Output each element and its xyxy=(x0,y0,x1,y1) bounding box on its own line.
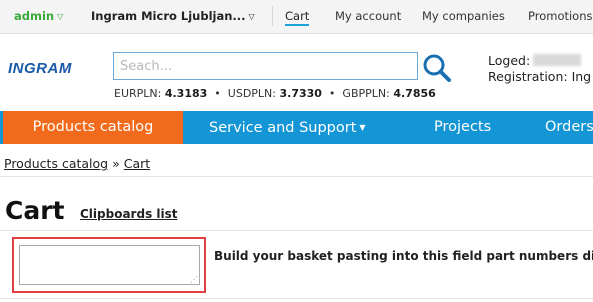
resize-grip-icon[interactable]: ⋰ xyxy=(190,275,198,284)
logo[interactable]: INGRAM xyxy=(8,60,72,77)
clipboards-list-link[interactable]: Clipboards list xyxy=(80,207,178,221)
top-link-my-companies[interactable]: My companies xyxy=(422,9,505,23)
part-numbers-paste-field[interactable] xyxy=(19,245,200,285)
logo-text: INGRAM xyxy=(8,60,72,77)
nav-products-catalog[interactable]: Products catalog xyxy=(3,111,183,144)
login-label: Loged: xyxy=(488,53,531,68)
chevron-down-icon: ▽ xyxy=(57,12,64,21)
top-link-my-account[interactable]: My account xyxy=(335,9,401,23)
nav-projects[interactable]: Projects xyxy=(434,111,491,144)
registration-label: Registration: Ing xyxy=(488,69,592,84)
breadcrumb: Products catalog » Cart xyxy=(4,156,150,171)
redacted-username xyxy=(533,54,582,66)
page-title: Cart xyxy=(5,196,65,225)
search-icon[interactable] xyxy=(422,53,452,83)
nav-service-support[interactable]: Service and Support ▼ xyxy=(209,111,366,144)
company-name: Ingram Micro Ljubljan... xyxy=(91,9,246,23)
user-name: admin xyxy=(14,9,55,23)
search-box xyxy=(113,52,418,80)
top-bar: admin ▽ Ingram Micro Ljubljan... ▽ Cart My… xyxy=(0,0,593,34)
top-link-promotions[interactable]: Promotions xyxy=(528,9,593,23)
divider xyxy=(0,230,593,231)
rate-value: 3.7330 xyxy=(279,87,322,100)
paste-instruction: Build your basket pasting into this fiel… xyxy=(214,249,593,263)
breadcrumb-cart[interactable]: Cart xyxy=(124,156,150,171)
chevron-down-icon: ▼ xyxy=(359,123,366,132)
login-info: Loged: Registration: Ing xyxy=(488,53,591,85)
rate-value: 4.3183 xyxy=(164,87,208,100)
user-menu[interactable]: admin ▽ xyxy=(14,9,63,23)
nav-orders[interactable]: Orders xyxy=(545,111,593,144)
divider xyxy=(272,6,273,26)
rate-label: USDPLN: xyxy=(227,87,276,100)
company-selector[interactable]: Ingram Micro Ljubljan... ▽ xyxy=(91,9,255,23)
chevron-down-icon: ▽ xyxy=(248,12,255,21)
divider xyxy=(0,176,593,177)
rate-value: 4.7856 xyxy=(393,87,436,100)
search-input[interactable] xyxy=(114,53,417,79)
exchange-rates: EURPLN: 4.3183 • USDPLN: 3.7330 • GBPPLN… xyxy=(114,87,436,100)
main-nav: Products catalog Service and Support ▼ Pr… xyxy=(0,111,593,144)
rate-label: GBPPLN: xyxy=(342,87,390,100)
breadcrumb-separator: » xyxy=(112,156,120,171)
divider xyxy=(0,298,593,299)
nav-label: Service and Support xyxy=(209,120,357,136)
breadcrumb-products-catalog[interactable]: Products catalog xyxy=(4,156,108,171)
rate-label: EURPLN: xyxy=(114,87,162,100)
top-link-cart[interactable]: Cart xyxy=(285,9,310,26)
